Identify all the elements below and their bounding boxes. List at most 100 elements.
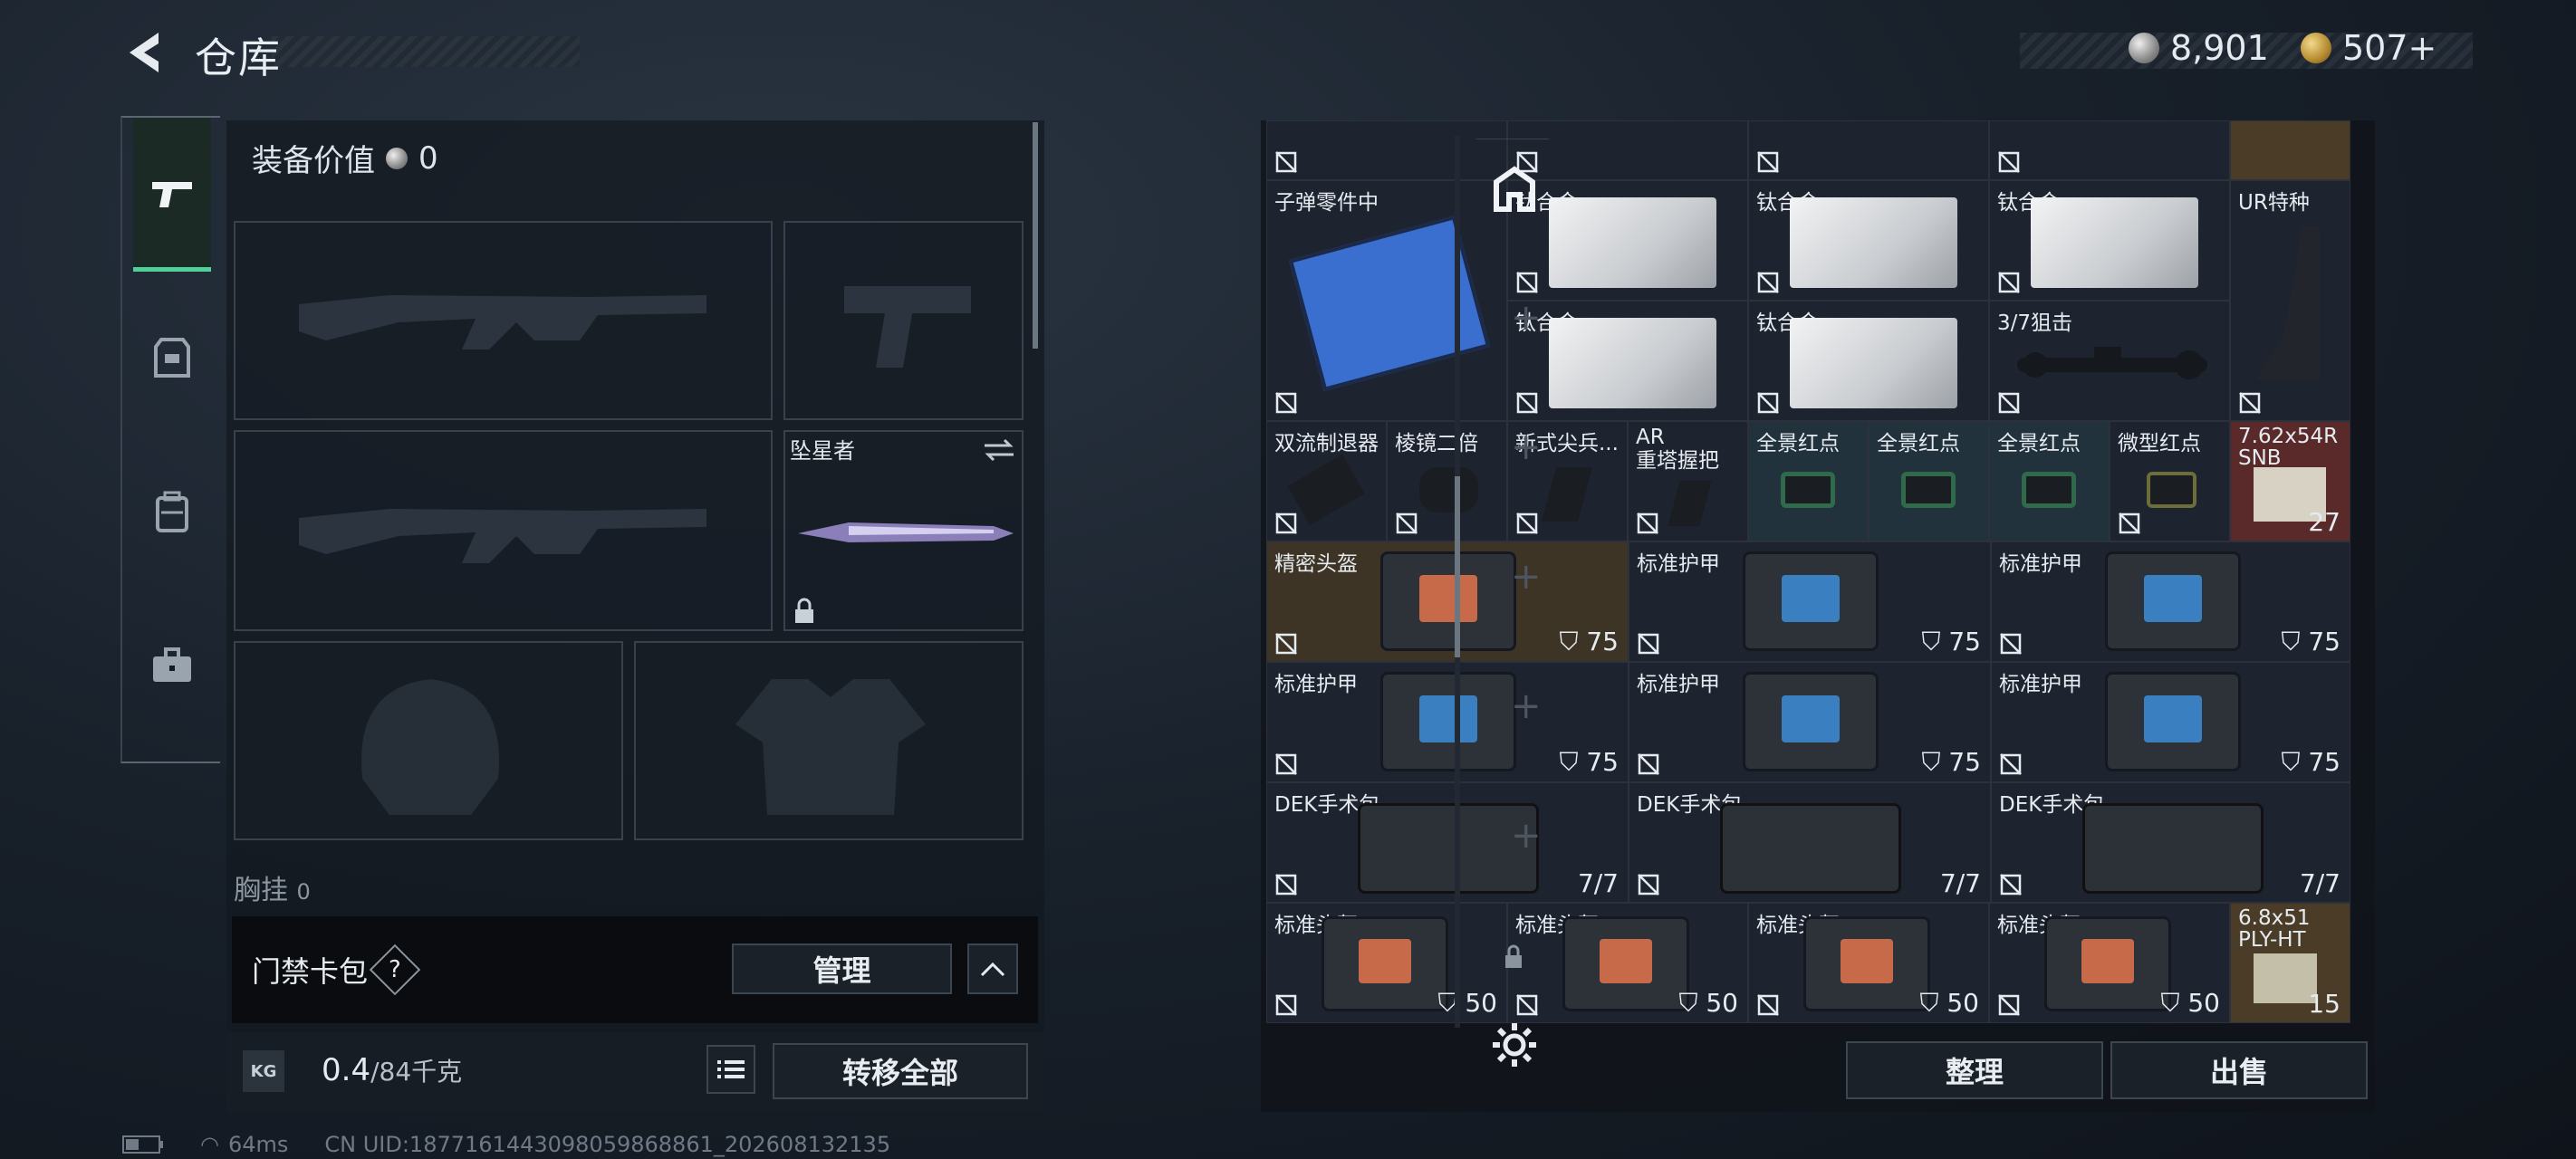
gear-icon[interactable] bbox=[1491, 1021, 1538, 1068]
item-standard-helmet[interactable]: 标准头盔 ⛉ 50 bbox=[1989, 903, 2230, 1023]
pistol-silhouette-icon bbox=[844, 286, 971, 368]
silver-currency: 8,901 bbox=[2129, 27, 2269, 69]
manage-button[interactable]: 管理 bbox=[732, 943, 952, 994]
swap-icon[interactable] bbox=[983, 436, 1015, 464]
item-precise-helmet[interactable]: 精密头盔 ⛉ 75 bbox=[1266, 541, 1629, 662]
add-tab-icon[interactable]: + bbox=[1511, 815, 1542, 857]
stash-home-icon[interactable] bbox=[1487, 164, 1542, 218]
melee-name: 坠星者 bbox=[790, 438, 855, 464]
loadout-scrollbar[interactable] bbox=[1033, 122, 1038, 349]
tab-armor[interactable] bbox=[133, 281, 211, 435]
helmet-silhouette-icon bbox=[360, 679, 500, 815]
add-tab-icon[interactable]: + bbox=[1511, 297, 1542, 339]
durability: ⛉ 75 bbox=[1559, 627, 1619, 656]
stash-cell[interactable] bbox=[2230, 120, 2350, 180]
no-insure-icon bbox=[1998, 994, 2020, 1016]
durability: ⛉ 75 bbox=[2281, 627, 2341, 656]
list-view-button[interactable] bbox=[706, 1045, 755, 1094]
no-insure-icon bbox=[2000, 753, 2022, 775]
stash-tabs: + + + + + bbox=[1467, 120, 1558, 1112]
gold-currency[interactable]: 507+ bbox=[2301, 27, 2437, 69]
secondary-weapon-slot[interactable] bbox=[234, 430, 773, 631]
stash-cell[interactable] bbox=[1989, 120, 2230, 180]
item-ar-grip[interactable]: AR 重塔握把 bbox=[1628, 421, 1748, 541]
item-holo-sight[interactable]: 全景红点 bbox=[1989, 421, 2110, 541]
item-scope-37[interactable]: 3/7狙击 bbox=[1989, 301, 2230, 421]
no-insure-icon bbox=[2000, 874, 2022, 896]
no-insure-icon bbox=[1757, 151, 1779, 173]
left-category-nav bbox=[120, 116, 220, 763]
sell-button[interactable]: 出售 bbox=[2110, 1041, 2368, 1099]
item-holo-sight[interactable]: 全景红点 bbox=[1869, 421, 1989, 541]
durability: ⛉ 75 bbox=[1921, 747, 1981, 777]
item-mini-red-dot[interactable]: 微型红点 bbox=[2110, 421, 2230, 541]
item-dek-kit[interactable]: DEK手术包 7/7 bbox=[1629, 782, 1991, 903]
item-standard-armor[interactable]: 标准护甲 ⛉ 75 bbox=[1991, 662, 2350, 782]
weight-text: 0.4/84千克 bbox=[322, 1052, 463, 1088]
scope-icon bbox=[2017, 347, 2207, 379]
armor-slot[interactable] bbox=[634, 641, 1024, 840]
no-insure-icon bbox=[1998, 392, 2020, 414]
stock-icon bbox=[2256, 226, 2320, 380]
item-muzzle[interactable]: 双流制退器 bbox=[1266, 421, 1387, 541]
item-ammo-68[interactable]: 6.8x51 PLY-HT 15 bbox=[2230, 903, 2350, 1023]
item-standard-armor[interactable]: 标准护甲 ⛉ 75 bbox=[1266, 662, 1629, 782]
lock-icon bbox=[795, 598, 813, 623]
add-tab-icon[interactable]: + bbox=[1511, 556, 1542, 598]
item-ti-alloy[interactable]: 钛合金 bbox=[1748, 301, 1989, 421]
item-dek-kit[interactable]: DEK手术包 7/7 bbox=[1266, 782, 1629, 903]
durability: ⛉ 50 bbox=[1678, 988, 1738, 1018]
no-insure-icon bbox=[2119, 512, 2140, 534]
weight-icon: KG bbox=[243, 1050, 284, 1092]
helmet-slot[interactable] bbox=[234, 641, 623, 840]
briefcase-icon bbox=[153, 647, 191, 682]
no-insure-icon bbox=[1638, 633, 1659, 655]
durability: ⛉ 50 bbox=[1919, 988, 1979, 1018]
pistol-icon bbox=[152, 181, 192, 207]
add-tab-icon[interactable]: + bbox=[1511, 426, 1542, 468]
no-insure-icon bbox=[1638, 874, 1659, 896]
no-insure-icon bbox=[1757, 994, 1779, 1016]
knife-icon bbox=[798, 522, 1014, 542]
no-insure-icon bbox=[1275, 151, 1297, 173]
equip-value: 装备价值 0 bbox=[252, 139, 438, 180]
item-ur-stock[interactable]: UR特种 bbox=[2230, 180, 2350, 421]
stash-scrollbar-thumb[interactable] bbox=[1455, 476, 1460, 657]
item-standard-helmet[interactable]: 标准头盔 ⛉ 50 bbox=[1748, 903, 1989, 1023]
item-standard-armor[interactable]: 标准护甲 ⛉ 75 bbox=[1629, 662, 1991, 782]
tab-weapons[interactable] bbox=[133, 118, 211, 272]
back-arrow-icon[interactable] bbox=[122, 27, 166, 78]
list-icon bbox=[717, 1060, 745, 1078]
no-insure-icon bbox=[1638, 753, 1659, 775]
no-insure-icon bbox=[1275, 512, 1297, 534]
status-bar: ◠ 64ms CN UID:1877161443098059868861_202… bbox=[122, 1132, 890, 1157]
no-insure-icon bbox=[1757, 272, 1779, 293]
add-tab-icon[interactable]: + bbox=[1511, 685, 1542, 727]
tab-case[interactable] bbox=[133, 589, 211, 742]
page-title: 仓库 bbox=[195, 34, 282, 82]
no-insure-icon bbox=[1637, 512, 1658, 534]
durability: ⛉ 75 bbox=[2281, 747, 2341, 777]
pistol-slot[interactable] bbox=[783, 221, 1024, 420]
silver-coin-icon bbox=[386, 147, 408, 169]
no-insure-icon bbox=[1275, 753, 1297, 775]
tab-backpack[interactable] bbox=[133, 435, 211, 589]
item-standard-armor[interactable]: 标准护甲 ⛉ 75 bbox=[1991, 541, 2350, 662]
item-ti-alloy[interactable]: 钛合金 bbox=[1748, 180, 1989, 301]
primary-weapon-slot[interactable] bbox=[234, 221, 773, 420]
item-ti-alloy[interactable]: 钛合金 bbox=[1989, 180, 2230, 301]
sort-button[interactable]: 整理 bbox=[1846, 1041, 2103, 1099]
collapse-button[interactable] bbox=[967, 943, 1018, 994]
transfer-all-button[interactable]: 转移全部 bbox=[773, 1043, 1028, 1099]
item-holo-sight[interactable]: 全景红点 bbox=[1748, 421, 1869, 541]
durability: ⛉ 75 bbox=[1559, 747, 1619, 777]
lock-icon bbox=[1505, 944, 1522, 968]
stash-cell[interactable] bbox=[1748, 120, 1989, 180]
no-insure-icon bbox=[1757, 392, 1779, 414]
item-dek-kit[interactable]: DEK手术包 7/7 bbox=[1991, 782, 2350, 903]
no-insure-icon bbox=[1396, 512, 1418, 534]
item-standard-armor[interactable]: 标准护甲 ⛉ 75 bbox=[1629, 541, 1991, 662]
rifle-silhouette-icon bbox=[299, 509, 706, 563]
help-icon[interactable]: ? bbox=[369, 943, 421, 996]
item-ammo-762[interactable]: 7.62x54R SNB 27 bbox=[2230, 421, 2350, 541]
